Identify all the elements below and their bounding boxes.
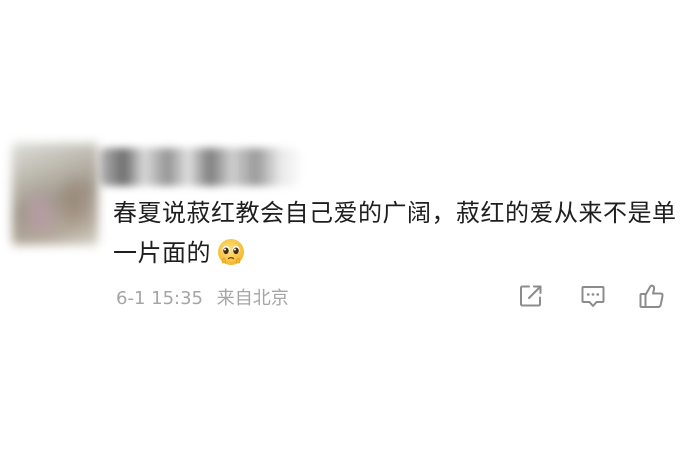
comment-icon xyxy=(581,286,605,307)
thumbs-up-icon xyxy=(639,284,664,308)
reply-button[interactable] xyxy=(578,281,608,311)
comment-body: 春夏说菽红教会自己爱的广阔，菽红的爱从来不是单一片面的 xyxy=(113,193,683,273)
avatar[interactable] xyxy=(12,143,98,245)
username[interactable] xyxy=(100,148,300,186)
comment-text: 春夏说菽红教会自己爱的广阔，菽红的爱从来不是单一片面的 xyxy=(113,199,677,267)
timestamp: 6-1 15:35 xyxy=(116,288,203,309)
comment-meta: 6-1 15:35 来自北京 xyxy=(116,284,297,310)
share-button[interactable] xyxy=(516,281,546,311)
location: 来自北京 xyxy=(216,288,289,309)
pleading-face-emoji-icon xyxy=(217,238,245,266)
like-button[interactable] xyxy=(637,281,667,311)
share-icon xyxy=(520,285,542,307)
